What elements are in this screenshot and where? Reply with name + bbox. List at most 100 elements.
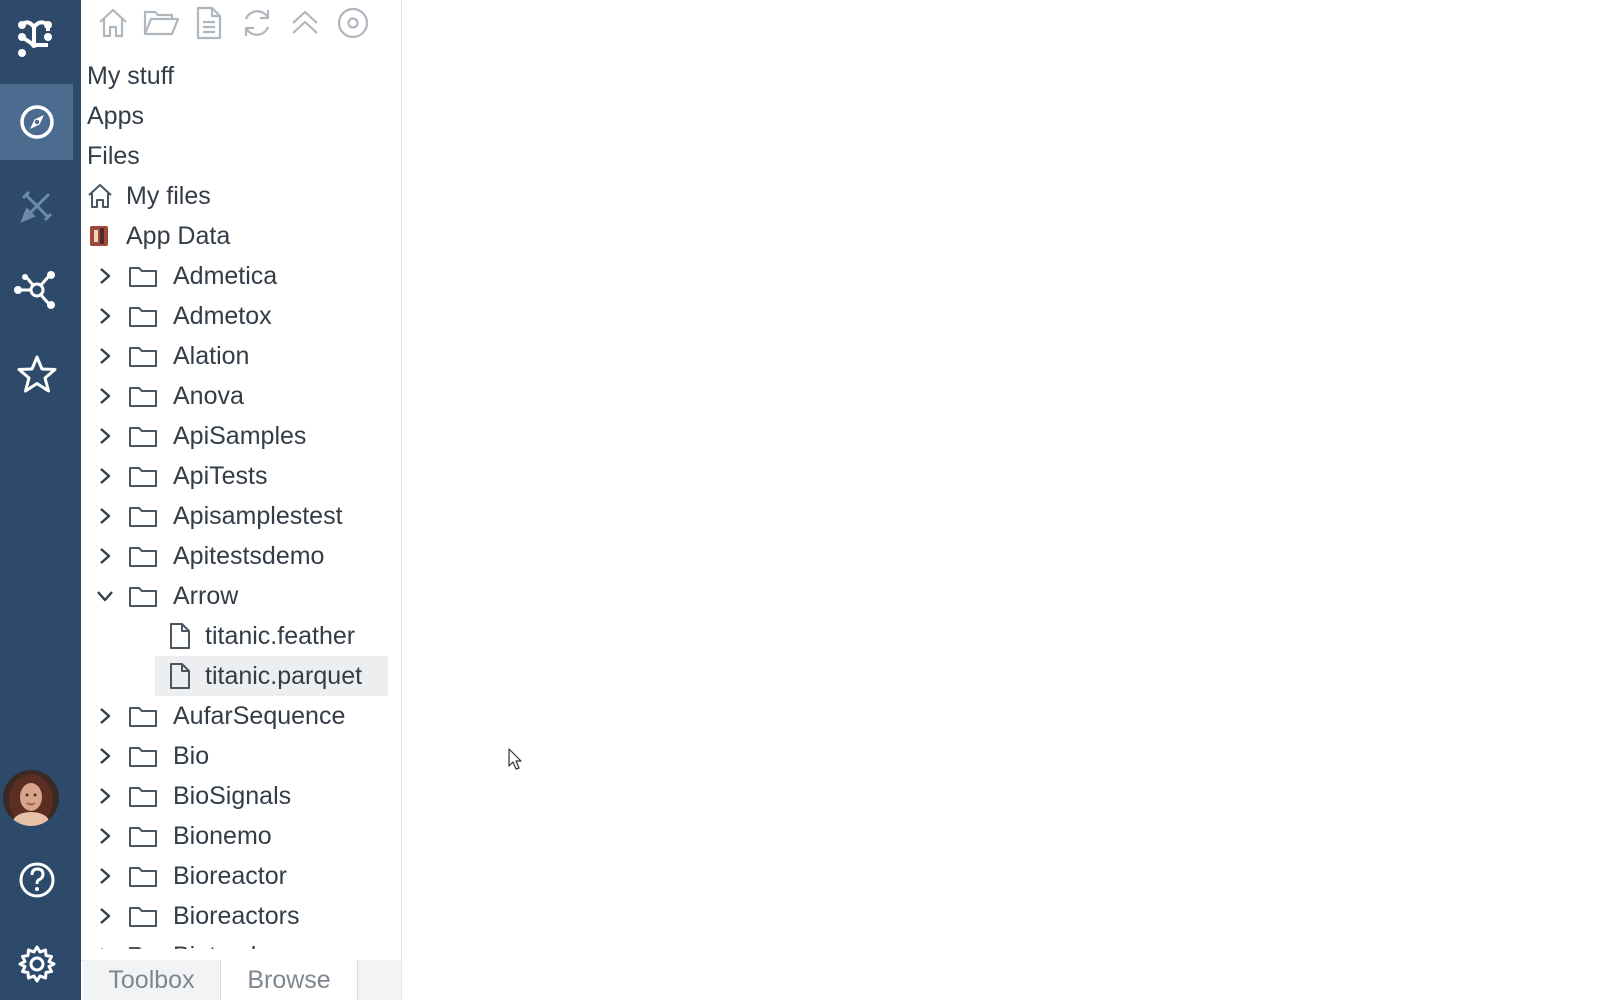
tree-item-label: Bionemo bbox=[173, 821, 272, 850]
chevron-right-icon[interactable] bbox=[91, 707, 119, 725]
tab-empty bbox=[357, 960, 401, 1000]
panel-tabs: Toolbox Browse bbox=[81, 960, 401, 1000]
tree-folder[interactable]: Apisamplestest bbox=[91, 496, 343, 536]
tree-item-label: ApiTests bbox=[173, 461, 268, 490]
folder-icon bbox=[119, 744, 167, 768]
folder-icon bbox=[119, 344, 167, 368]
help-icon bbox=[19, 862, 54, 898]
tree-item-label: Admetica bbox=[173, 261, 278, 290]
avatar[interactable] bbox=[3, 770, 59, 826]
tree-section-my-stuff[interactable]: My stuff bbox=[87, 56, 174, 96]
target-icon[interactable] bbox=[329, 4, 377, 42]
tree-item-label: Bioreactor bbox=[173, 861, 287, 890]
app-data-icon bbox=[86, 223, 126, 249]
tree-item-label: AufarSequence bbox=[173, 701, 346, 730]
tree-folder[interactable]: Alation bbox=[91, 336, 249, 376]
home-icon[interactable] bbox=[89, 4, 137, 42]
tree-section-apps[interactable]: Apps bbox=[87, 96, 144, 136]
tree-folder[interactable]: Admetica bbox=[91, 256, 277, 296]
folder-icon bbox=[119, 384, 167, 408]
file-icon bbox=[169, 622, 205, 650]
tree-item-label: Arrow bbox=[173, 581, 239, 610]
tree-folder[interactable]: ApiSamples bbox=[91, 416, 306, 456]
folder-icon bbox=[119, 264, 167, 288]
tree-item-label: Bio bbox=[173, 741, 210, 770]
chevron-right-icon[interactable] bbox=[91, 547, 119, 565]
pencil-ruler-icon bbox=[19, 190, 52, 223]
tree-folder[interactable]: Apitestsdemo bbox=[91, 536, 324, 576]
chevron-down-icon[interactable] bbox=[91, 589, 119, 603]
tree-folder[interactable]: Bioreactors bbox=[91, 896, 299, 936]
chevron-right-icon[interactable] bbox=[91, 787, 119, 805]
tree-folder[interactable]: BioSignals bbox=[91, 776, 291, 816]
chevron-right-icon[interactable] bbox=[91, 507, 119, 525]
folder-icon bbox=[119, 824, 167, 848]
tree-item-label: Alation bbox=[173, 341, 250, 370]
folder-icon bbox=[119, 464, 167, 488]
tree-folder[interactable]: Anova bbox=[91, 376, 244, 416]
folder-icon bbox=[119, 704, 167, 728]
rail-favorites-button[interactable] bbox=[0, 336, 73, 412]
tree-item-label: Apitestsdemo bbox=[173, 541, 325, 570]
collapse-up-icon[interactable] bbox=[281, 4, 329, 42]
rail-tools-button[interactable] bbox=[0, 168, 73, 244]
tree-item-label: App Data bbox=[126, 221, 231, 250]
tree-folder[interactable]: Bio bbox=[91, 736, 209, 776]
tree-item-label: BioSignals bbox=[173, 781, 292, 810]
tree-folder[interactable]: Arrow bbox=[91, 576, 238, 616]
browse-panel: My stuff Apps Files My files App Data Admetic… bbox=[81, 0, 402, 1000]
tree-item-label: Anova bbox=[173, 381, 244, 410]
file-icon[interactable] bbox=[185, 4, 233, 42]
refresh-icon[interactable] bbox=[233, 4, 281, 42]
rail-help-button[interactable] bbox=[0, 842, 73, 918]
chevron-right-icon[interactable] bbox=[91, 387, 119, 405]
tree-item-label: Biotrack bbox=[173, 942, 263, 950]
folder-icon bbox=[119, 504, 167, 528]
home-icon bbox=[86, 182, 126, 210]
chevron-right-icon[interactable] bbox=[91, 747, 119, 765]
chevron-right-icon[interactable] bbox=[91, 947, 119, 949]
chevron-right-icon[interactable] bbox=[91, 907, 119, 925]
browse-toolbar bbox=[89, 4, 377, 42]
tree-folder[interactable]: Admetox bbox=[91, 296, 272, 336]
tree-section-files[interactable]: Files bbox=[87, 136, 140, 176]
folder-icon bbox=[119, 944, 167, 949]
tree-root-my-files[interactable]: My files bbox=[86, 176, 211, 216]
tree-item-label: titanic.parquet bbox=[205, 661, 363, 690]
tree-file[interactable]: titanic.feather bbox=[155, 616, 388, 656]
tab-browse[interactable]: Browse bbox=[221, 960, 357, 1000]
tree-file[interactable]: titanic.parquet bbox=[155, 656, 388, 696]
star-icon bbox=[17, 355, 56, 393]
chevron-right-icon[interactable] bbox=[91, 347, 119, 365]
rail-settings-button[interactable] bbox=[0, 926, 73, 1002]
folder-icon bbox=[119, 784, 167, 808]
tree-folder[interactable]: AufarSequence bbox=[91, 696, 345, 736]
chevron-right-icon[interactable] bbox=[91, 867, 119, 885]
tree-folder[interactable]: Biotrack bbox=[91, 936, 263, 949]
tree-root-app-data[interactable]: App Data bbox=[86, 216, 230, 256]
tree-item-label: ApiSamples bbox=[173, 421, 307, 450]
rail-connections-button[interactable] bbox=[0, 252, 73, 328]
chevron-right-icon[interactable] bbox=[91, 467, 119, 485]
chevron-right-icon[interactable] bbox=[91, 427, 119, 445]
folder-icon bbox=[119, 544, 167, 568]
chevron-right-icon[interactable] bbox=[91, 267, 119, 285]
tree-item-label: Bioreactors bbox=[173, 901, 300, 930]
tree-folder[interactable]: ApiTests bbox=[91, 456, 267, 496]
tree-folder[interactable]: Bioreactor bbox=[91, 856, 287, 896]
chevron-right-icon[interactable] bbox=[91, 307, 119, 325]
file-icon bbox=[169, 662, 205, 690]
rail-browse-button[interactable] bbox=[0, 84, 73, 160]
mouse-cursor-icon bbox=[508, 748, 524, 777]
folder-icon bbox=[119, 304, 167, 328]
tree-item-label: Admetox bbox=[173, 301, 272, 330]
compass-icon bbox=[19, 105, 54, 139]
tree-item-label: Apps bbox=[87, 101, 144, 130]
chevron-right-icon[interactable] bbox=[91, 827, 119, 845]
tree-item-label: Files bbox=[87, 141, 140, 170]
folder-icon bbox=[119, 864, 167, 888]
tab-toolbox[interactable]: Toolbox bbox=[83, 960, 221, 1000]
datagrok-logo-icon[interactable] bbox=[0, 0, 73, 76]
tree-folder[interactable]: Bionemo bbox=[91, 816, 272, 856]
open-folder-icon[interactable] bbox=[137, 4, 185, 42]
